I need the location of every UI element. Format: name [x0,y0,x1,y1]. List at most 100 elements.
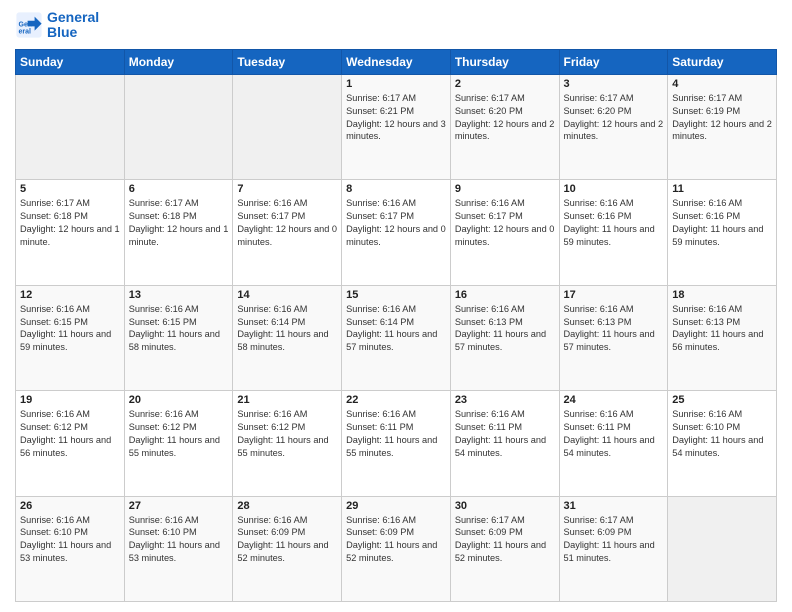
calendar-cell: 25Sunrise: 6:16 AM Sunset: 6:10 PM Dayli… [668,391,777,496]
calendar-header: SundayMondayTuesdayWednesdayThursdayFrid… [16,49,777,74]
calendar-cell: 28Sunrise: 6:16 AM Sunset: 6:09 PM Dayli… [233,496,342,601]
calendar-cell: 17Sunrise: 6:16 AM Sunset: 6:13 PM Dayli… [559,285,668,390]
calendar-cell: 19 Sunrise: 6:16 AM Sunset: 6:12 PM Dayli… [16,391,125,496]
day-number: 8 [346,183,446,195]
day-info: Sunrise: 6:16 AM Sunset: 6:10 PM Dayligh… [20,514,120,566]
day-info: Sunrise: 6:17 AM Sunset: 6:18 PM Dayligh… [129,197,229,249]
day-number: 13 [129,289,229,301]
day-info: Sunrise: 6:16 AM Sunset: 6:14 PM Dayligh… [237,303,337,355]
calendar-cell: 26 Sunrise: 6:16 AM Sunset: 6:10 PM Dayli… [16,496,125,601]
calendar-cell: 20 Sunrise: 6:16 AM Sunset: 6:12 PM Dayli… [124,391,233,496]
day-number: 11 [672,183,772,195]
weekday-header-tuesday: Tuesday [233,49,342,74]
day-number: 30 [455,500,555,512]
calendar-cell: 14 Sunrise: 6:16 AM Sunset: 6:14 PM Dayli… [233,285,342,390]
calendar-cell [16,74,125,179]
calendar-cell: 4 Sunrise: 6:17 AM Sunset: 6:19 PM Daylig… [668,74,777,179]
calendar-cell: 9 Sunrise: 6:16 AM Sunset: 6:17 PM Daylig… [450,180,559,285]
day-info: Sunrise: 6:16 AM Sunset: 6:17 PM Dayligh… [455,197,555,249]
day-info: Sunrise: 6:17 AM Sunset: 6:20 PM Dayligh… [455,92,555,144]
day-info: Sunrise: 6:16 AM Sunset: 6:11 PM Dayligh… [564,408,664,460]
day-info: Sunrise: 6:16 AM Sunset: 6:15 PM Dayligh… [20,303,120,355]
calendar-week-1: 1 Sunrise: 6:17 AM Sunset: 6:21 PM Daylig… [16,74,777,179]
day-number: 9 [455,183,555,195]
logo: Gen eral General Blue [15,10,99,41]
calendar-cell: 8 Sunrise: 6:16 AM Sunset: 6:17 PM Daylig… [342,180,451,285]
day-number: 6 [129,183,229,195]
logo-text: General Blue [47,10,99,41]
calendar-body: 1 Sunrise: 6:17 AM Sunset: 6:21 PM Daylig… [16,74,777,601]
day-info: Sunrise: 6:16 AM Sunset: 6:12 PM Dayligh… [129,408,229,460]
header: Gen eral General Blue [15,10,777,41]
calendar-week-3: 12 Sunrise: 6:16 AM Sunset: 6:15 PM Dayli… [16,285,777,390]
calendar-cell [124,74,233,179]
day-number: 7 [237,183,337,195]
day-number: 10 [564,183,664,195]
weekday-header-sunday: Sunday [16,49,125,74]
day-number: 22 [346,394,446,406]
day-number: 20 [129,394,229,406]
calendar-cell: 31Sunrise: 6:17 AM Sunset: 6:09 PM Dayli… [559,496,668,601]
day-info: Sunrise: 6:16 AM Sunset: 6:15 PM Dayligh… [129,303,229,355]
day-info: Sunrise: 6:16 AM Sunset: 6:14 PM Dayligh… [346,303,446,355]
day-info: Sunrise: 6:17 AM Sunset: 6:19 PM Dayligh… [672,92,772,144]
calendar-cell: 5 Sunrise: 6:17 AM Sunset: 6:18 PM Daylig… [16,180,125,285]
day-number: 15 [346,289,446,301]
calendar-cell: 1 Sunrise: 6:17 AM Sunset: 6:21 PM Daylig… [342,74,451,179]
calendar-cell: 11 Sunrise: 6:16 AM Sunset: 6:16 PM Dayli… [668,180,777,285]
day-info: Sunrise: 6:16 AM Sunset: 6:11 PM Dayligh… [455,408,555,460]
calendar-cell: 30 Sunrise: 6:17 AM Sunset: 6:09 PM Dayli… [450,496,559,601]
calendar-cell: 3Sunrise: 6:17 AM Sunset: 6:20 PM Daylig… [559,74,668,179]
calendar-cell: 7 Sunrise: 6:16 AM Sunset: 6:17 PM Daylig… [233,180,342,285]
calendar-cell: 15 Sunrise: 6:16 AM Sunset: 6:14 PM Dayli… [342,285,451,390]
calendar-cell: 16 Sunrise: 6:16 AM Sunset: 6:13 PM Dayli… [450,285,559,390]
day-number: 27 [129,500,229,512]
calendar-week-4: 19 Sunrise: 6:16 AM Sunset: 6:12 PM Dayli… [16,391,777,496]
day-number: 14 [237,289,337,301]
calendar-cell: 27 Sunrise: 6:16 AM Sunset: 6:10 PM Dayli… [124,496,233,601]
day-number: 5 [20,183,120,195]
day-number: 19 [20,394,120,406]
calendar-cell: 22 Sunrise: 6:16 AM Sunset: 6:11 PM Dayli… [342,391,451,496]
svg-text:eral: eral [19,29,32,36]
calendar-cell: 6 Sunrise: 6:17 AM Sunset: 6:18 PM Daylig… [124,180,233,285]
day-info: Sunrise: 6:17 AM Sunset: 6:09 PM Dayligh… [564,514,664,566]
day-number: 21 [237,394,337,406]
page: Gen eral General Blue SundayMondayTuesda… [0,0,792,612]
calendar-cell: 10Sunrise: 6:16 AM Sunset: 6:16 PM Dayli… [559,180,668,285]
calendar-cell: 21Sunrise: 6:16 AM Sunset: 6:12 PM Dayli… [233,391,342,496]
day-number: 2 [455,78,555,90]
calendar-cell: 24Sunrise: 6:16 AM Sunset: 6:11 PM Dayli… [559,391,668,496]
day-info: Sunrise: 6:16 AM Sunset: 6:13 PM Dayligh… [455,303,555,355]
day-info: Sunrise: 6:17 AM Sunset: 6:09 PM Dayligh… [455,514,555,566]
calendar-cell: 23Sunrise: 6:16 AM Sunset: 6:11 PM Dayli… [450,391,559,496]
day-info: Sunrise: 6:16 AM Sunset: 6:16 PM Dayligh… [672,197,772,249]
logo-icon: Gen eral [15,11,43,39]
weekday-header-saturday: Saturday [668,49,777,74]
calendar-cell: 13 Sunrise: 6:16 AM Sunset: 6:15 PM Dayli… [124,285,233,390]
day-number: 1 [346,78,446,90]
calendar-cell [668,496,777,601]
day-info: Sunrise: 6:17 AM Sunset: 6:18 PM Dayligh… [20,197,120,249]
day-info: Sunrise: 6:16 AM Sunset: 6:17 PM Dayligh… [237,197,337,249]
day-info: Sunrise: 6:16 AM Sunset: 6:10 PM Dayligh… [129,514,229,566]
calendar-week-2: 5 Sunrise: 6:17 AM Sunset: 6:18 PM Daylig… [16,180,777,285]
day-info: Sunrise: 6:16 AM Sunset: 6:12 PM Dayligh… [20,408,120,460]
day-info: Sunrise: 6:16 AM Sunset: 6:13 PM Dayligh… [672,303,772,355]
weekday-header-monday: Monday [124,49,233,74]
day-number: 16 [455,289,555,301]
day-info: Sunrise: 6:16 AM Sunset: 6:17 PM Dayligh… [346,197,446,249]
day-number: 4 [672,78,772,90]
day-number: 18 [672,289,772,301]
day-info: Sunrise: 6:16 AM Sunset: 6:09 PM Dayligh… [346,514,446,566]
day-number: 26 [20,500,120,512]
day-number: 25 [672,394,772,406]
day-number: 29 [346,500,446,512]
calendar-table: SundayMondayTuesdayWednesdayThursdayFrid… [15,49,777,602]
weekday-header-thursday: Thursday [450,49,559,74]
day-info: Sunrise: 6:17 AM Sunset: 6:21 PM Dayligh… [346,92,446,144]
day-info: Sunrise: 6:16 AM Sunset: 6:13 PM Dayligh… [564,303,664,355]
day-number: 12 [20,289,120,301]
day-info: Sunrise: 6:16 AM Sunset: 6:11 PM Dayligh… [346,408,446,460]
calendar-cell: 18 Sunrise: 6:16 AM Sunset: 6:13 PM Dayli… [668,285,777,390]
